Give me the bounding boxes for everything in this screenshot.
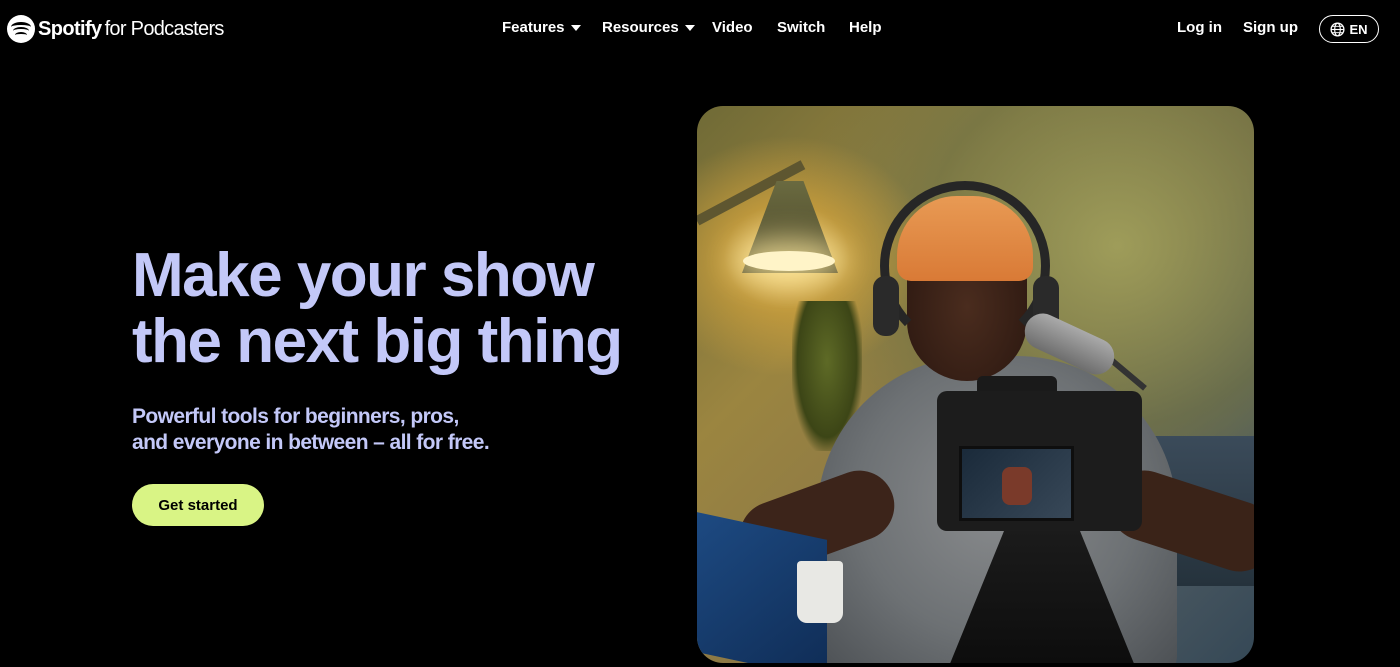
cup (797, 561, 843, 623)
logo-brand-name: Spotify (38, 17, 102, 40)
nav-resources-label: Resources (602, 19, 679, 36)
caret-down-icon (684, 24, 695, 31)
globe-icon (1330, 21, 1346, 37)
nav-video[interactable]: Video (712, 19, 753, 36)
language-code: EN (1349, 21, 1368, 37)
hero-subtitle-line-2: and everyone in between – all for free. (132, 431, 490, 454)
hero-subtitle: Powerful tools for beginners, pros, and … (132, 404, 632, 456)
login-link[interactable]: Log in (1177, 19, 1222, 36)
hero-image-podcaster (697, 106, 1254, 663)
nav-features-label: Features (502, 19, 565, 36)
logo-subtitle: for Podcasters (104, 17, 225, 40)
language-selector[interactable]: EN (1319, 15, 1379, 43)
headphone-left-cup (873, 276, 899, 336)
hero-title-line-2: the next big thing (132, 307, 623, 376)
spotify-icon (7, 15, 35, 43)
nav-resources[interactable]: Resources (602, 19, 695, 36)
hero-title: Make your show the next big thing (132, 243, 652, 375)
hero-subtitle-line-1: Powerful tools for beginners, pros, (132, 405, 459, 428)
get-started-button[interactable]: Get started (132, 484, 264, 526)
signup-link[interactable]: Sign up (1243, 19, 1298, 36)
hero-title-line-1: Make your show (132, 241, 595, 310)
site-header: Spotify for Podcasters Features Resource… (0, 0, 1400, 58)
caret-down-icon (570, 24, 581, 31)
spotify-for-podcasters-logo[interactable]: Spotify for Podcasters (7, 14, 224, 44)
lamp-glow (743, 251, 835, 271)
nav-features[interactable]: Features (502, 19, 581, 36)
nav-switch[interactable]: Switch (777, 19, 825, 36)
camera-screen (959, 446, 1074, 521)
nav-help[interactable]: Help (849, 19, 882, 36)
